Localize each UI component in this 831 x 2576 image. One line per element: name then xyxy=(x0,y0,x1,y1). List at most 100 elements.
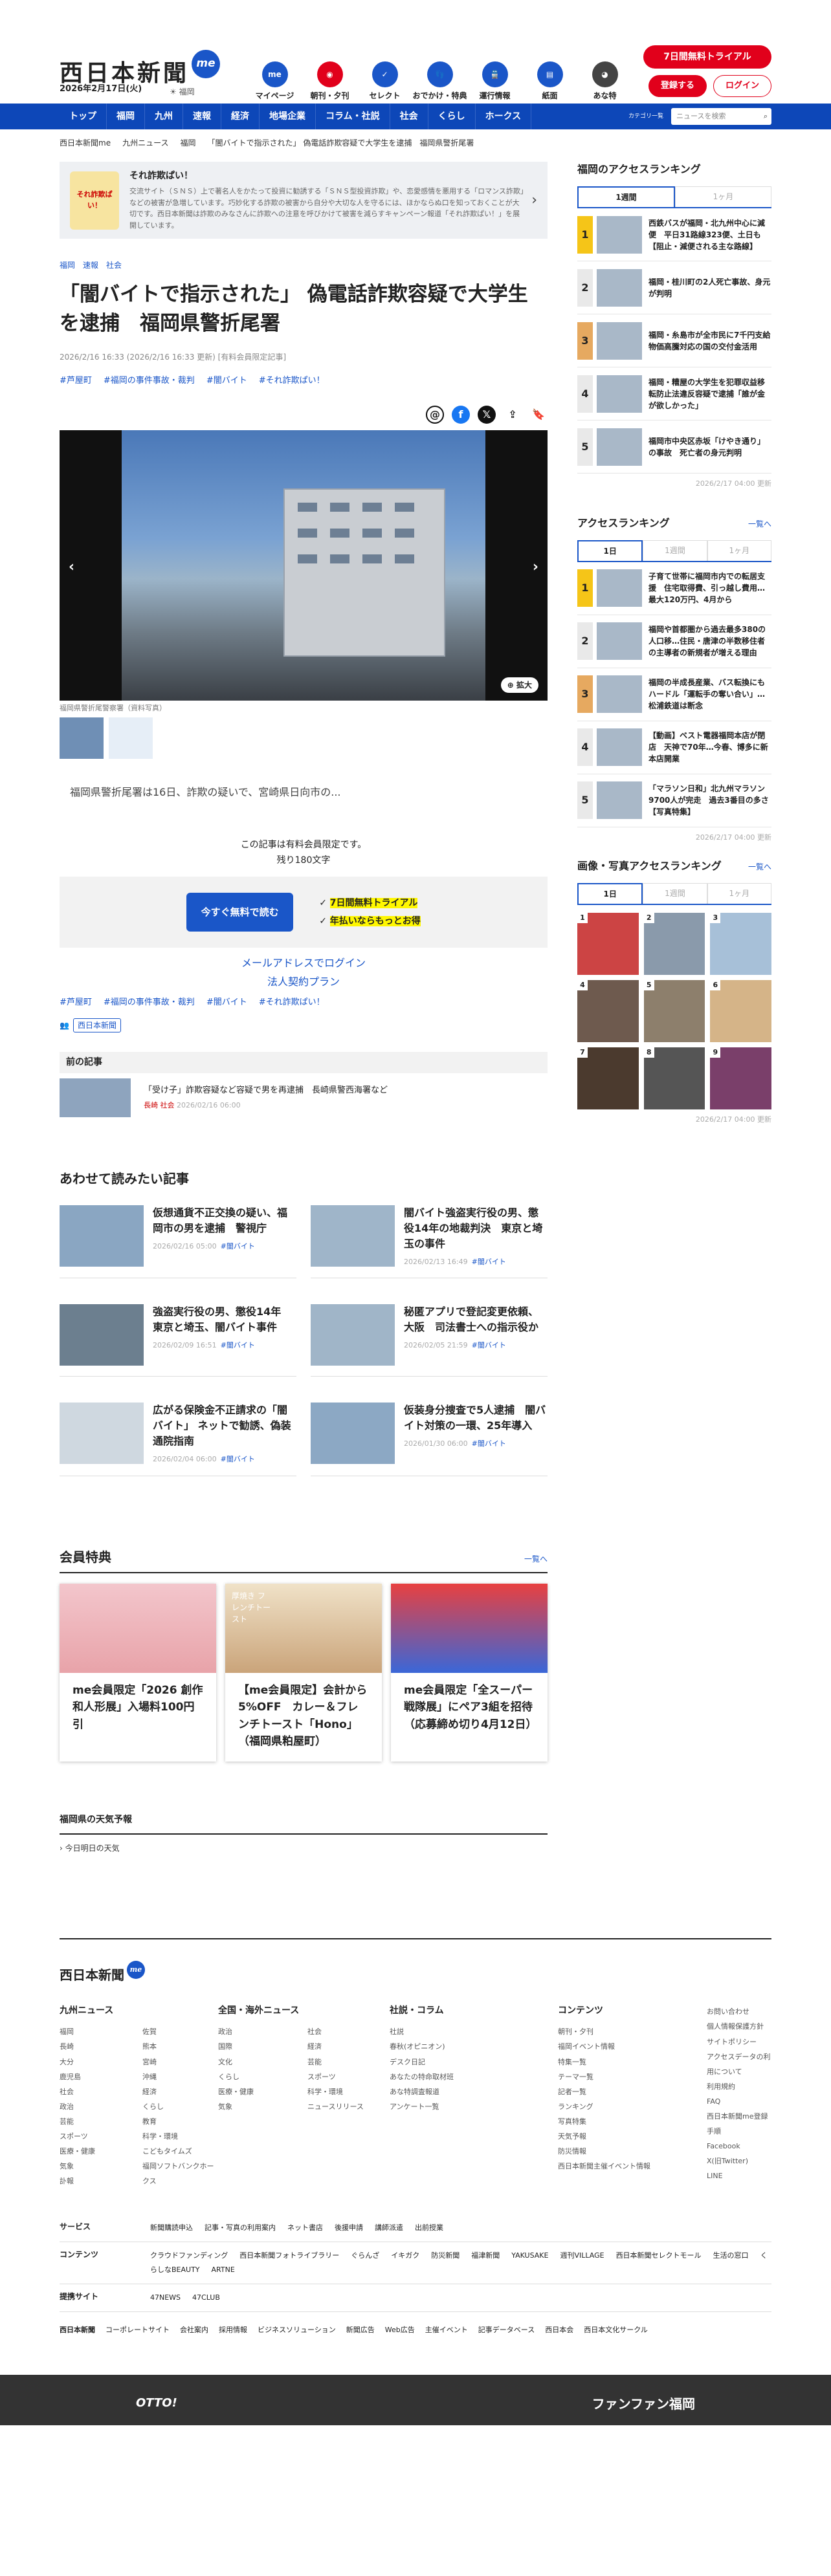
tab-day[interactable]: 1日 xyxy=(577,883,643,904)
member-card[interactable]: me会員限定「2026 創作和人形展」入場料100円引 xyxy=(60,1583,216,1762)
footer-link[interactable]: 芸能 xyxy=(307,2055,390,2069)
footer-link[interactable]: FAQ xyxy=(707,2094,771,2109)
header-icon-5[interactable]: ▤ 紙面 xyxy=(522,61,577,102)
nav-item[interactable]: くらし xyxy=(428,104,476,129)
breadcrumb-item[interactable]: 九州ニュース xyxy=(122,138,168,147)
tag-link[interactable]: #福岡の事件事故・裁判 xyxy=(104,998,195,1007)
photo-rank-item[interactable]: 6 xyxy=(710,980,771,1042)
footer-link[interactable]: ランキング xyxy=(558,2099,707,2114)
footer-link[interactable]: テーマ一覧 xyxy=(558,2069,707,2084)
ranking-item[interactable]: 5 福岡市中央区赤坂「けやき通り」の事故 死亡者の身元判明 xyxy=(577,420,771,474)
footer-link[interactable]: クラウドファンディング xyxy=(150,2251,228,2260)
nav-item[interactable]: 福岡 xyxy=(107,104,145,129)
footer-link[interactable]: Facebook xyxy=(707,2139,771,2154)
breadcrumb-item[interactable]: 福岡 xyxy=(180,138,195,147)
footer-link[interactable]: ARTNE xyxy=(212,2265,235,2274)
tab-month[interactable]: 1ヶ月 xyxy=(707,883,771,904)
read-free-button[interactable]: 今すぐ無料で読む xyxy=(186,892,294,932)
footer-link[interactable]: ぐらんざ xyxy=(351,2251,379,2260)
footer-link[interactable]: アクセスデータの利用について xyxy=(707,2049,771,2079)
footer-link[interactable]: 写真特集 xyxy=(558,2114,707,2129)
footer-link[interactable]: 社会 xyxy=(307,2024,390,2039)
footer-link[interactable]: 熊本 xyxy=(142,2039,218,2054)
footer-link[interactable]: 大分 xyxy=(60,2055,135,2069)
tab-week[interactable]: 1週間 xyxy=(643,540,707,561)
footer-link[interactable]: 主催イベント xyxy=(425,2325,468,2336)
footer-link[interactable]: 西日本新聞セレクトモール xyxy=(616,2251,702,2260)
footer-link[interactable]: 西日本文化サークル xyxy=(584,2325,648,2336)
weather-link[interactable]: › 今日明日の天気 xyxy=(60,1842,548,1854)
footer-link[interactable]: 国際 xyxy=(218,2039,300,2054)
related-tag[interactable]: #闇バイト xyxy=(221,1242,255,1250)
footer-link[interactable]: 特集一覧 xyxy=(558,2055,707,2069)
footer-link[interactable]: スポーツ xyxy=(60,2129,135,2144)
footer-link[interactable]: 沖縄 xyxy=(142,2069,218,2084)
zoom-button[interactable]: ⊕ 拡大 xyxy=(500,677,538,693)
tab-month[interactable]: 1ヶ月 xyxy=(675,186,771,207)
footer-link[interactable]: 後援申請 xyxy=(335,2223,363,2232)
related-item[interactable]: 仮想通貨不正交換の疑い、福岡市の男を逮捕 警視庁 2026/02/16 05:00… xyxy=(60,1205,296,1279)
tab-day[interactable]: 1日 xyxy=(577,540,643,561)
footer-link[interactable]: 文化 xyxy=(218,2055,300,2069)
tag-link[interactable]: #それ詐欺ぱい！ xyxy=(259,998,325,1007)
footer-link[interactable]: 47NEWS xyxy=(150,2293,181,2302)
tag-link[interactable]: #闇バイト xyxy=(206,376,247,386)
footer-link[interactable]: こどもタイムズ xyxy=(142,2144,218,2159)
facebook-icon[interactable]: f xyxy=(452,405,470,424)
related-tag[interactable]: #闇バイト xyxy=(472,1341,506,1349)
header-icon-0[interactable]: me マイページ xyxy=(247,61,302,102)
ranking-item[interactable]: 5 「マラソン日和」北九州マラソン9700人が完走 過去3番目の多さ【写真特集】 xyxy=(577,774,771,827)
tag-link[interactable]: #芦屋町 xyxy=(60,376,92,386)
header-icon-2[interactable]: ✓ セレクト xyxy=(357,61,412,102)
footer-link[interactable]: 出前授業 xyxy=(415,2223,443,2232)
footer-link[interactable]: 訃報 xyxy=(60,2174,135,2189)
footer-link[interactable]: 福岡イベント情報 xyxy=(558,2039,707,2054)
footer-link[interactable]: あな特調査報道 xyxy=(390,2084,558,2099)
related-tag[interactable]: #闇バイト xyxy=(221,1341,255,1349)
otto-logo[interactable]: OTTO! xyxy=(136,2394,177,2412)
tab-week[interactable]: 1週間 xyxy=(643,883,707,904)
footer-link[interactable]: 政治 xyxy=(60,2099,135,2114)
footer-link[interactable]: 講師派遣 xyxy=(375,2223,403,2232)
corp-plan-link[interactable]: 法人契約プラン xyxy=(60,973,548,992)
footer-link[interactable]: 宮崎 xyxy=(142,2055,218,2069)
header-icon-3[interactable]: 👣 おでかけ・特典 xyxy=(412,61,467,102)
header-weather[interactable]: ☀ 福岡 xyxy=(170,86,195,98)
footer-link[interactable]: 気象 xyxy=(218,2099,300,2114)
footer-link[interactable]: ネット書店 xyxy=(287,2223,323,2232)
tag-link[interactable]: #福岡の事件事故・裁判 xyxy=(104,376,195,386)
footer-link[interactable]: 生活の窓口 xyxy=(713,2251,749,2260)
related-item[interactable]: 秘匿アプリで登記変更依頼、大阪 司法書士への指示役か 2026/02/05 21:… xyxy=(311,1304,548,1377)
footer-link[interactable]: 新聞広告 xyxy=(346,2325,375,2336)
footer-link[interactable]: Web広告 xyxy=(385,2325,415,2336)
bookmark-icon[interactable]: 🔖 xyxy=(529,406,548,424)
tag-link[interactable]: #芦屋町 xyxy=(60,998,92,1007)
footer-link[interactable]: 教育 xyxy=(142,2114,218,2129)
nav-item[interactable]: コラム・社説 xyxy=(316,104,390,129)
nav-item[interactable]: トップ xyxy=(60,104,107,129)
member-more-link[interactable]: 一覧へ xyxy=(524,1553,548,1565)
photo-rank-item[interactable]: 5 xyxy=(643,980,705,1042)
footer-link[interactable]: 科学・環境 xyxy=(142,2129,218,2144)
photo-rank-item[interactable]: 3 xyxy=(710,913,771,975)
footer-link[interactable]: 記事データベース xyxy=(478,2325,535,2336)
nav-item[interactable]: 九州 xyxy=(145,104,183,129)
photo-rank-item[interactable]: 9 xyxy=(710,1047,771,1109)
share-icon[interactable]: ⇪ xyxy=(504,406,522,424)
photo-thumbnail[interactable] xyxy=(60,717,104,759)
footer-link[interactable]: 医療・健康 xyxy=(60,2144,135,2159)
register-button[interactable]: 登録する xyxy=(648,75,707,97)
footer-link[interactable]: 利用規約 xyxy=(707,2079,771,2094)
footer-link[interactable]: あなたの特命取材班 xyxy=(390,2069,558,2084)
footer-link[interactable]: 防災新聞 xyxy=(431,2251,460,2260)
search-input[interactable]: ニュースを検索 ⌕ xyxy=(671,108,771,125)
related-item[interactable]: 広がる保険金不正請求の「闇バイト」 ネットで勧誘、偽装通院指南 2026/02/0… xyxy=(60,1403,296,1476)
ranking-item[interactable]: 1 子育て世帯に福岡市内での転居支援 住宅取得費、引っ越し費用…最大120万円、4… xyxy=(577,562,771,615)
footer-link[interactable]: 天気予報 xyxy=(558,2129,707,2144)
fanfan-logo[interactable]: ファンファン福岡 xyxy=(592,2394,695,2414)
footer-link[interactable]: お問い合わせ xyxy=(707,2004,771,2019)
ranking-item[interactable]: 4 福岡・糟屋の大学生を犯罪収益移転防止法違反容疑で逮捕「誰が金が欲しかった」 xyxy=(577,367,771,420)
footer-link[interactable]: 西日本会 xyxy=(545,2325,573,2336)
footer-link[interactable]: 鹿児島 xyxy=(60,2069,135,2084)
photo-thumbnail[interactable] xyxy=(109,717,153,759)
